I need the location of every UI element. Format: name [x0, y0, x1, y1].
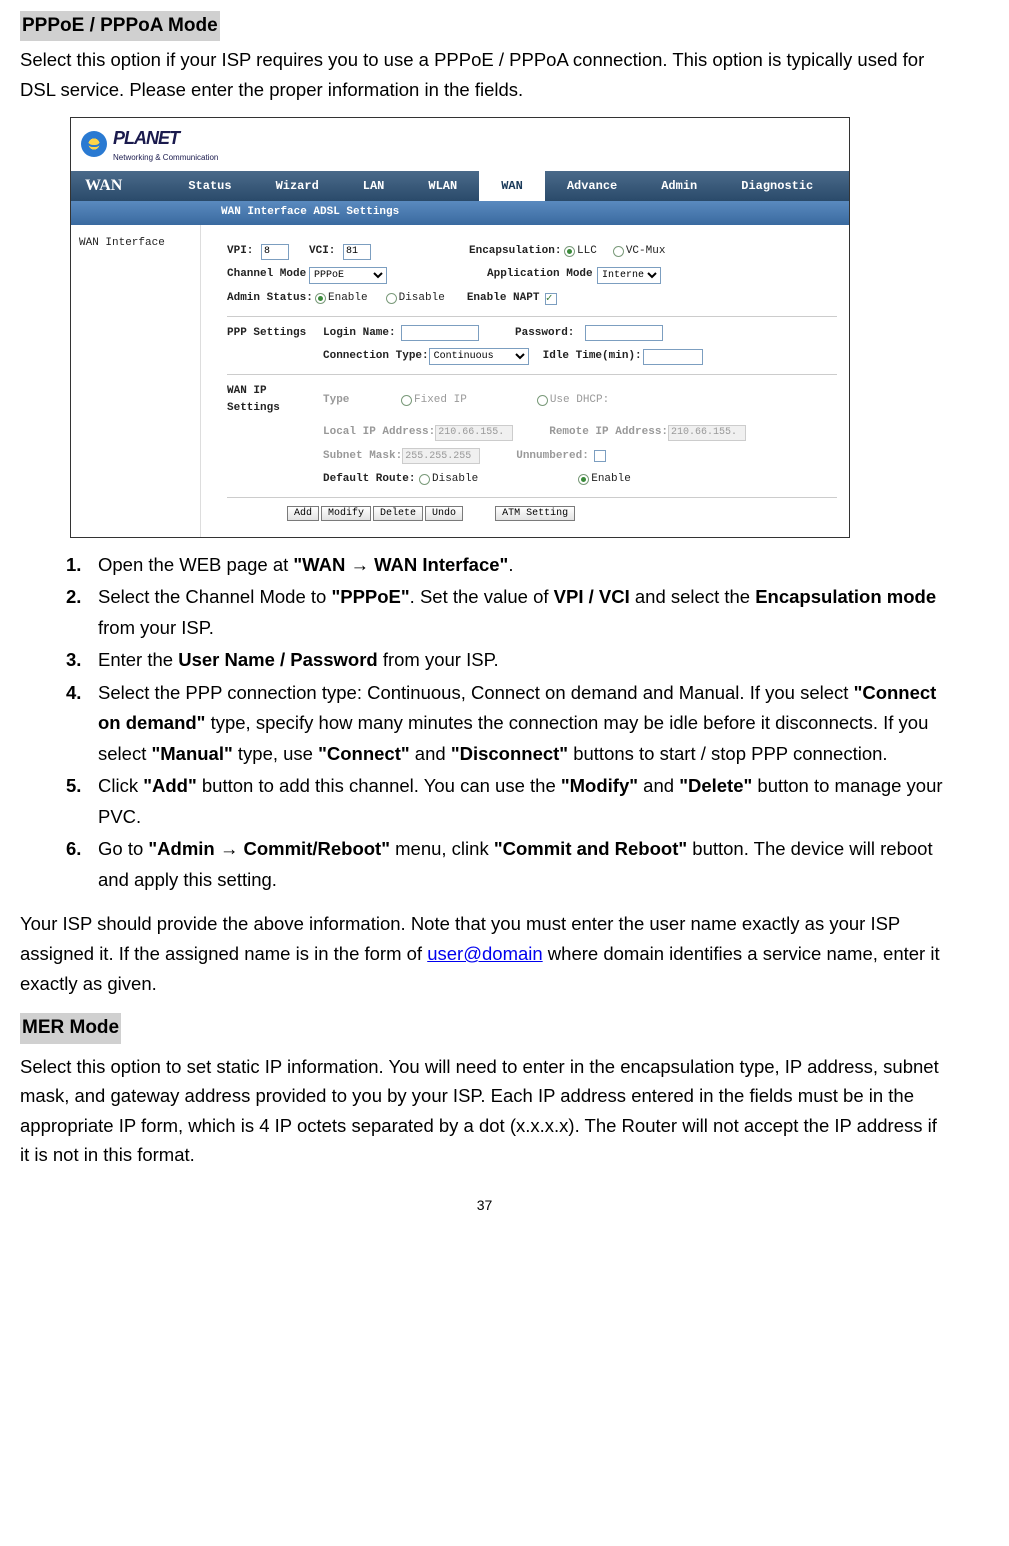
- vci-input[interactable]: [343, 244, 371, 260]
- logo-sub: Networking & Communication: [113, 152, 218, 165]
- step-4: Select the PPP connection type: Continuo…: [90, 678, 949, 770]
- appmode-select[interactable]: Internet: [597, 267, 661, 284]
- pass-label: Password:: [515, 325, 585, 343]
- pppoe-title: PPPoE / PPPoA Mode: [20, 11, 220, 41]
- admin-disable-radio[interactable]: [386, 293, 397, 304]
- vpi-label: VPI:: [227, 243, 261, 261]
- sidebar-item-wan[interactable]: WAN Interface: [79, 237, 165, 249]
- nav-bar: WAN Status Wizard LAN WLAN WAN Advance A…: [71, 171, 849, 201]
- dhcp-radio: [537, 395, 548, 406]
- nav-advance[interactable]: Advance: [545, 171, 639, 201]
- step-5: Click "Add" button to add this channel. …: [90, 771, 949, 832]
- step-1: Open the WEB page at "WAN → WAN Interfac…: [90, 550, 949, 581]
- chmode-select[interactable]: PPPoE: [309, 267, 387, 284]
- login-label: Login Name:: [323, 325, 401, 343]
- step-2: Select the Channel Mode to "PPPoE". Set …: [90, 582, 949, 643]
- undo-button[interactable]: Undo: [425, 506, 463, 521]
- logo-bar: PLANET Networking & Communication: [71, 118, 849, 172]
- wanip-section: WAN IP Settings: [227, 383, 323, 418]
- nav-wizard[interactable]: Wizard: [254, 171, 341, 201]
- vpi-input[interactable]: [261, 244, 289, 260]
- fixed-label: Fixed IP: [414, 392, 467, 410]
- nav-diagnostic[interactable]: Diagnostic: [719, 171, 835, 201]
- vcmux-radio[interactable]: [613, 246, 624, 257]
- conn-label: Connection Type:: [323, 348, 429, 366]
- steps-list: Open the WEB page at "WAN → WAN Interfac…: [90, 550, 949, 896]
- vci-label: VCI:: [309, 243, 343, 261]
- conn-select[interactable]: Continuous: [429, 348, 529, 365]
- nav-wan-title: WAN: [85, 173, 122, 199]
- user-domain-link[interactable]: user@domain: [427, 943, 542, 964]
- dhcp-label: Use DHCP:: [550, 392, 609, 410]
- page-number: 37: [20, 1194, 949, 1216]
- defroute-enable-radio[interactable]: [578, 474, 589, 485]
- isp-note: Your ISP should provide the above inform…: [20, 909, 949, 998]
- admin-enable-label: Enable: [328, 290, 368, 308]
- logo-text: PLANET Networking & Communication: [113, 124, 218, 166]
- type-label: Type: [323, 392, 401, 410]
- subnav: WAN Interface ADSL Settings: [71, 201, 849, 225]
- chmode-label: Channel Mode: [227, 266, 309, 284]
- mer-body: Select this option to set static IP info…: [20, 1052, 949, 1170]
- nav-lan[interactable]: LAN: [341, 171, 407, 201]
- remote-input: [668, 425, 746, 441]
- nav-wlan[interactable]: WLAN: [406, 171, 479, 201]
- local-input: [435, 425, 513, 441]
- idle-label: Idle Time(min):: [543, 348, 643, 366]
- nav-status[interactable]: Status: [166, 171, 253, 201]
- add-button[interactable]: Add: [287, 506, 319, 521]
- admin-enable-radio[interactable]: [315, 293, 326, 304]
- unnum-label: Unnumbered:: [516, 448, 594, 466]
- napt-label: Enable NAPT: [467, 290, 545, 308]
- defroute-disable-radio[interactable]: [419, 474, 430, 485]
- unnum-checkbox: [594, 450, 606, 462]
- nav-wan[interactable]: WAN: [479, 171, 545, 201]
- defroute-disable-label: Disable: [432, 471, 478, 489]
- modify-button[interactable]: Modify: [321, 506, 371, 521]
- planet-logo-icon: [81, 131, 107, 157]
- napt-checkbox[interactable]: [545, 293, 557, 305]
- pass-input[interactable]: [585, 325, 663, 341]
- vcmux-label: VC-Mux: [626, 243, 666, 261]
- atm-button[interactable]: ATM Setting: [495, 506, 575, 521]
- router-screenshot: PLANET Networking & Communication WAN St…: [70, 117, 850, 538]
- appmode-label: Application Mode: [487, 266, 597, 284]
- admin-disable-label: Disable: [399, 290, 445, 308]
- ppp-section: PPP Settings: [227, 325, 323, 343]
- logo-main: PLANET: [113, 124, 218, 153]
- fixed-radio: [401, 395, 412, 406]
- defroute-enable-label: Enable: [591, 471, 631, 489]
- idle-input[interactable]: [643, 349, 703, 365]
- subnet-label: Subnet Mask:: [323, 448, 402, 466]
- llc-radio[interactable]: [564, 246, 575, 257]
- step-6: Go to "Admin → Commit/Reboot" menu, clin…: [90, 834, 949, 895]
- delete-button[interactable]: Delete: [373, 506, 423, 521]
- pppoe-intro: Select this option if your ISP requires …: [20, 45, 949, 104]
- step-3: Enter the User Name / Password from your…: [90, 645, 949, 676]
- login-input[interactable]: [401, 325, 479, 341]
- sidebar: WAN Interface: [71, 225, 201, 537]
- encap-label: Encapsulation:: [469, 243, 564, 261]
- llc-label: LLC: [577, 243, 597, 261]
- remote-label: Remote IP Address:: [549, 424, 668, 442]
- mer-title: MER Mode: [20, 1013, 121, 1043]
- admin-label: Admin Status:: [227, 290, 315, 308]
- local-label: Local IP Address:: [323, 424, 435, 442]
- nav-admin[interactable]: Admin: [639, 171, 719, 201]
- subnet-input: [402, 448, 480, 464]
- form-area: VPI: VCI: Encapsulation: LLC VC-Mux Chan…: [201, 225, 849, 537]
- defroute-label: Default Route:: [323, 471, 419, 489]
